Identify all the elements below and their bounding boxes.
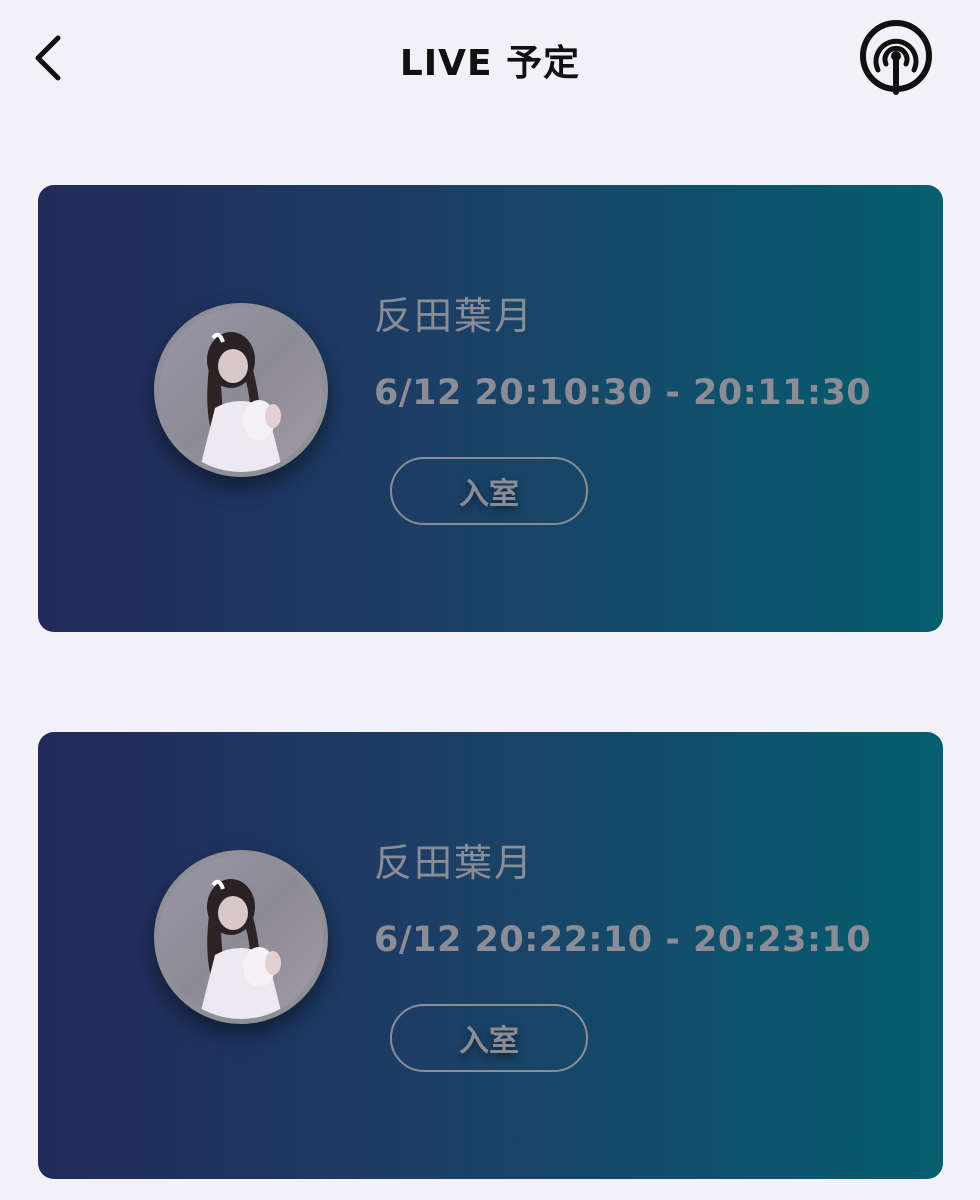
avatar-photo xyxy=(159,308,323,472)
enter-room-button[interactable]: 入室 xyxy=(390,457,588,525)
header-bar: LIVE 予定 xyxy=(0,0,980,120)
streamer-name: 反田葉月 xyxy=(374,294,535,338)
avatar-photo xyxy=(159,855,323,1019)
page-title: LIVE 予定 xyxy=(399,43,581,84)
live-schedule-screen: LIVE 予定 反田葉月 6/12 20:10:30 - 20:11:30 入室… xyxy=(0,0,980,1200)
streamer-name: 反田葉月 xyxy=(374,841,535,885)
broadcast-icon xyxy=(860,20,932,95)
avatar xyxy=(154,303,328,477)
live-broadcast-button[interactable] xyxy=(852,20,940,100)
schedule-card: 反田葉月 6/12 20:10:30 - 20:11:30 入室 xyxy=(38,185,943,632)
enter-room-button[interactable]: 入室 xyxy=(390,1004,588,1072)
schedule-time: 6/12 20:22:10 - 20:23:10 xyxy=(374,920,872,960)
schedule-card: 反田葉月 6/12 20:22:10 - 20:23:10 入室 xyxy=(38,732,943,1179)
avatar xyxy=(154,850,328,1024)
schedule-time: 6/12 20:10:30 - 20:11:30 xyxy=(374,373,872,413)
